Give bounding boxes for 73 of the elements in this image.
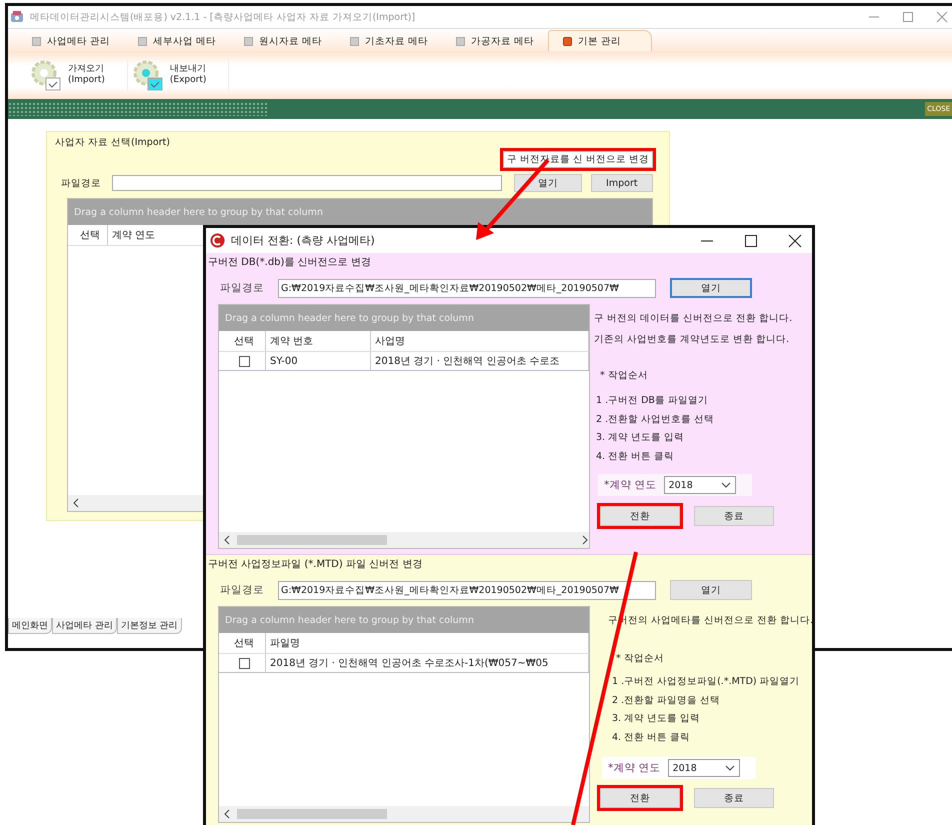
menu-tab[interactable]: 기본 관리: [548, 30, 652, 51]
scrollbar-thumb[interactable]: [237, 535, 387, 545]
scroll-left-icon[interactable]: [223, 535, 231, 545]
column-header[interactable]: 계약 번호: [266, 331, 371, 351]
exit-button[interactable]: 종료: [694, 506, 774, 526]
dropdown-caret-icon: [724, 765, 735, 771]
app-icon: [10, 10, 24, 24]
column-header[interactable]: 선택: [219, 633, 266, 653]
column-header[interactable]: 사업명: [371, 331, 589, 351]
table-cell: 2018년 경기 · 인천해역 인공어초 수로조사-1차(₩057~₩05: [266, 654, 589, 672]
menu-tab[interactable]: 원시자료 메타: [230, 31, 336, 51]
scroll-left-icon[interactable]: [223, 809, 231, 819]
dialog-title: 데이터 전환: (측량 사업메타): [231, 233, 375, 248]
table-cell: SY-00: [266, 352, 371, 370]
group-by-hint: Drag a column header here to group by that column: [219, 607, 589, 633]
path-label: 파일경로: [220, 583, 265, 597]
column-header[interactable]: 선택: [219, 331, 266, 351]
menu-tab[interactable]: 기초자료 메타: [336, 31, 442, 51]
exit-button[interactable]: 종료: [694, 788, 774, 808]
steps-title: * 작업순서: [615, 652, 665, 666]
path-field[interactable]: [112, 175, 502, 191]
close-icon[interactable]: [788, 234, 802, 248]
step-text: 3. 계약 년도를 입력: [611, 712, 702, 726]
step-text: 2 .전환할 파일명을 선택: [611, 694, 722, 708]
menu-tab[interactable]: 가공자료 메타: [442, 31, 548, 51]
path-label: 파일경로: [220, 281, 265, 295]
convert-old-version-button[interactable]: 구 버전자료를 신 버전으로 변경: [502, 151, 653, 168]
ribbon-button[interactable]: 내보내기 (Export): [132, 59, 230, 91]
dropdown-caret-icon: [720, 482, 731, 488]
row-checkbox[interactable]: [238, 356, 250, 366]
scrollbar-thumb[interactable]: [237, 809, 387, 819]
step-text: 1 .구버전 DB를 파일열기: [595, 394, 709, 408]
import-button[interactable]: Import: [590, 174, 653, 192]
section-heading: 구버전 DB(*.db)를 신버전으로 변경: [207, 256, 372, 270]
open-button[interactable]: 열기: [514, 174, 582, 192]
step-text: 4. 전환 버튼 클릭: [595, 450, 676, 464]
ribbon-button[interactable]: 가져오기 (Import): [30, 59, 128, 91]
year-label: *계약 연도: [607, 761, 662, 775]
step-text: 4. 전환 버튼 클릭: [611, 730, 692, 744]
step-text: 3. 계약 년도를 입력: [595, 431, 686, 445]
info-text: 기존의 사업번호를 계약년도로 변환 합니다.: [594, 333, 790, 347]
open-button[interactable]: 열기: [670, 278, 752, 298]
path-label: 파일경로: [60, 176, 102, 190]
menu-tab[interactable]: 사업메타 관리: [18, 31, 124, 51]
scroll-right-icon[interactable]: [581, 535, 589, 545]
bottom-tab[interactable]: 메인화면: [8, 618, 52, 634]
year-dropdown[interactable]: 2018: [664, 476, 736, 494]
year-label: *계약 연도: [603, 478, 658, 492]
maximize-icon[interactable]: [744, 234, 758, 248]
scroll-left-icon[interactable]: [72, 498, 80, 508]
open-button[interactable]: 열기: [670, 580, 752, 600]
menu-tab[interactable]: 세부사업 메타: [124, 31, 230, 51]
step-text: 2 .전환할 사업번호를 선택: [595, 412, 716, 426]
table-cell: 2018년 경기 · 인천해역 인공어초 수로조: [371, 352, 589, 370]
info-text: 구 버전의 데이터를 신버전으로 전환 합니다.: [594, 312, 794, 326]
section-heading: 구버전 사업정보파일 (*.MTD) 파일 신버전 변경: [207, 558, 424, 572]
bottom-tab[interactable]: 사업메타 관리: [52, 618, 117, 634]
group-by-hint: Drag a column header here to group by that column: [219, 305, 589, 331]
row-checkbox[interactable]: [238, 658, 250, 668]
app-icon: [210, 233, 225, 248]
bottom-tab[interactable]: 기본정보 관리: [116, 618, 182, 634]
window-title: 메타데이터관리시스템(배포용) v2.1.1 - [측량사업메타 사업자 자료 가져오기(Import)]: [30, 10, 416, 24]
column-header[interactable]: 파일명: [266, 633, 589, 653]
path-field[interactable]: G:₩2019자료수집₩조사원_메타확인자료₩20190502₩메타_20190507₩: [278, 580, 656, 600]
convert-button[interactable]: 전환: [600, 506, 680, 526]
column-header[interactable]: 선택: [68, 225, 108, 245]
path-field[interactable]: G:₩2019자료수집₩조사원_메타확인자료₩20190502₩메타_20190507₩: [278, 278, 656, 298]
steps-title: * 작업순서: [599, 369, 649, 383]
group-title: 사업자 자료 선택(Import): [55, 136, 171, 149]
group-by-hint: Drag a column header here to group by that column: [68, 199, 652, 225]
convert-button[interactable]: 전환: [600, 788, 680, 808]
year-dropdown[interactable]: 2018: [668, 759, 740, 777]
step-text: 1 .구버전 사업정보파일(.*.MTD) 파일열기: [611, 675, 801, 689]
